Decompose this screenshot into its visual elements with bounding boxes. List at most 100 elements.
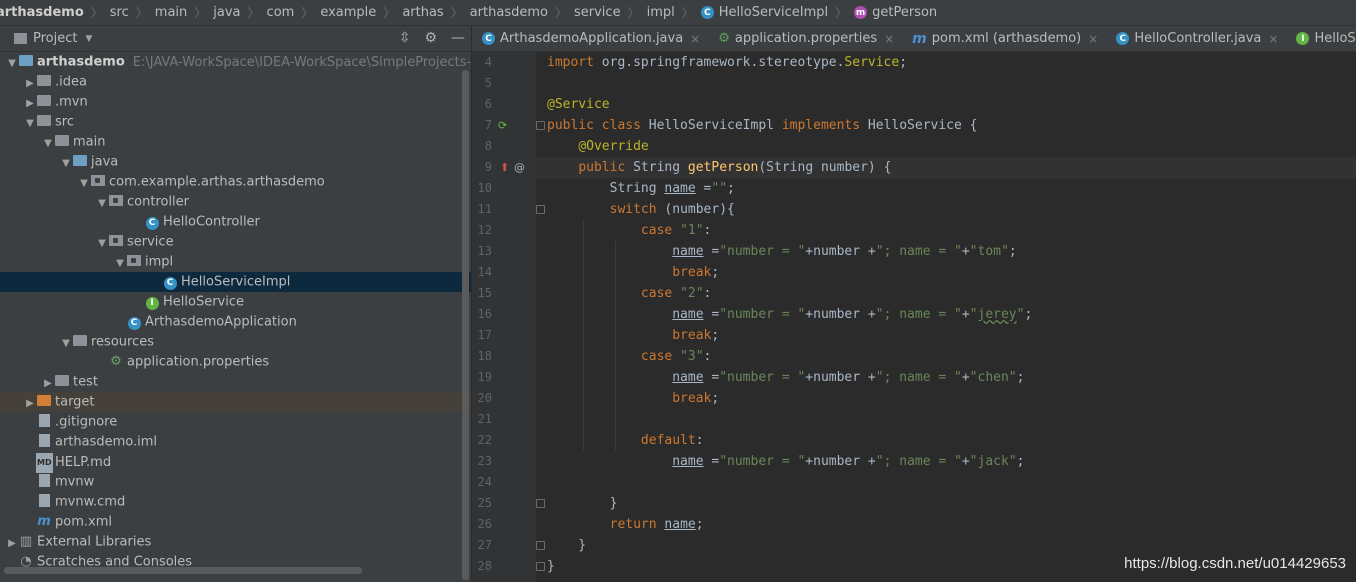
gear-icon[interactable]: ⚙: [424, 30, 437, 46]
tree-item[interactable]: C HelloServiceImpl: [0, 272, 471, 292]
editor-tab[interactable]: C ArthasdemoApplication.java ×: [472, 26, 708, 51]
breadcrumb-item[interactable]: java: [213, 5, 240, 20]
breadcrumb-item[interactable]: src: [110, 5, 129, 20]
breadcrumb-item[interactable]: com: [267, 5, 295, 20]
code-line[interactable]: case "2":: [547, 283, 711, 304]
fold-marker-icon[interactable]: [536, 121, 545, 130]
expand-arrow-icon[interactable]: ▼: [60, 154, 72, 174]
tree-item[interactable]: ▶ .mvn: [0, 92, 471, 112]
tree-item[interactable]: ▼ resources: [0, 332, 471, 352]
collapse-arrow-icon[interactable]: ▶: [24, 74, 36, 94]
code-line[interactable]: default:: [547, 430, 704, 451]
tree-item[interactable]: .gitignore: [0, 412, 471, 432]
vertical-scrollbar[interactable]: [462, 70, 469, 580]
tree-item[interactable]: ▼ service: [0, 232, 471, 252]
expand-arrow-icon[interactable]: ▼: [96, 194, 108, 214]
tree-item[interactable]: ▶ target: [0, 392, 471, 412]
close-icon[interactable]: ×: [690, 32, 700, 46]
tree-item[interactable]: ▼ java: [0, 152, 471, 172]
breadcrumb-label: arthasdemo: [0, 5, 84, 20]
code-line[interactable]: name ="number = "+number +"; name = "+"j…: [547, 451, 1024, 472]
code-line[interactable]: break;: [547, 388, 719, 409]
expand-arrow-icon[interactable]: ▼: [96, 234, 108, 254]
collapse-arrow-icon[interactable]: ▶: [6, 534, 18, 554]
breadcrumb-item[interactable]: impl: [647, 5, 675, 20]
code-line[interactable]: name ="number = "+number +"; name = "+"t…: [547, 241, 1016, 262]
tree-item[interactable]: ▼ src: [0, 112, 471, 132]
code-line[interactable]: break;: [547, 262, 719, 283]
expand-arrow-icon[interactable]: ▼: [24, 114, 36, 134]
close-icon[interactable]: ×: [1268, 32, 1278, 46]
tree-item[interactable]: C ArthasdemoApplication: [0, 312, 471, 332]
code-line[interactable]: }: [547, 493, 618, 514]
tree-item[interactable]: ▼ arthasdemo E:\JAVA-WorkSpace\IDEA-WorkSp…: [0, 52, 471, 72]
tree-item[interactable]: I HelloService: [0, 292, 471, 312]
code-line[interactable]: break;: [547, 325, 719, 346]
code-line[interactable]: case "3":: [547, 346, 711, 367]
close-icon[interactable]: ×: [1088, 32, 1098, 46]
tree-item[interactable]: ▶ .idea: [0, 72, 471, 92]
tree-item[interactable]: MD HELP.md: [0, 452, 471, 473]
code-line[interactable]: switch (number){: [547, 199, 735, 220]
code-line[interactable]: public class HelloServiceImpl implements…: [547, 115, 978, 136]
override-annotation-icon[interactable]: @: [514, 157, 525, 178]
tree-item[interactable]: ▶ test: [0, 372, 471, 392]
expand-arrow-icon[interactable]: ▼: [78, 174, 90, 194]
fold-marker-icon[interactable]: [536, 205, 545, 214]
tree-item[interactable]: mvnw.cmd: [0, 492, 471, 512]
spring-bean-icon[interactable]: ⟳: [498, 115, 507, 136]
code-line[interactable]: name ="number = "+number +"; name = "+"c…: [547, 367, 1024, 388]
code-line[interactable]: import org.springframework.stereotype.Se…: [547, 52, 907, 73]
code-editor[interactable]: 4 5 6 7 8 9 10 11 12 13 14 15 16 17 18 19 20 21 22 23 24 25 26…: [472, 52, 1356, 582]
tree-item[interactable]: C HelloController: [0, 212, 471, 232]
fold-marker-icon[interactable]: [536, 499, 545, 508]
collapse-all-icon[interactable]: ⇳: [399, 30, 411, 46]
tree-item[interactable]: arthasdemo.iml: [0, 432, 471, 452]
tree-item[interactable]: ⚙ application.properties: [0, 352, 471, 372]
fold-marker-icon[interactable]: [536, 541, 545, 550]
collapse-arrow-icon[interactable]: ▶: [24, 394, 36, 414]
code-line[interactable]: case "1":: [547, 220, 711, 241]
code-line[interactable]: name ="number = "+number +"; name = "+"j…: [547, 304, 1032, 325]
breadcrumb-item[interactable]: arthas: [402, 5, 443, 20]
fold-marker-icon[interactable]: [536, 562, 545, 571]
expand-arrow-icon[interactable]: ▼: [42, 134, 54, 154]
breadcrumb-item[interactable]: example: [320, 5, 376, 20]
breadcrumb-item[interactable]: m getPerson: [854, 5, 937, 20]
code-line[interactable]: }: [547, 556, 555, 577]
code-line[interactable]: return name;: [547, 514, 704, 535]
tree-item[interactable]: mvnw: [0, 472, 471, 492]
code-line[interactable]: }: [547, 535, 586, 556]
expand-arrow-icon[interactable]: ▼: [6, 54, 18, 74]
expand-arrow-icon[interactable]: ▼: [60, 334, 72, 354]
close-icon[interactable]: ×: [884, 32, 894, 46]
implements-method-icon[interactable]: ⬆: [500, 157, 509, 178]
horizontal-scrollbar[interactable]: [4, 567, 362, 574]
tree-item[interactable]: ▶ ▥ External Libraries: [0, 532, 471, 552]
editor-tab[interactable]: C HelloController.java ×: [1106, 26, 1286, 51]
tree-item[interactable]: ▼ main: [0, 132, 471, 152]
breadcrumb-item[interactable]: main: [155, 5, 187, 20]
tree-item[interactable]: ▼ impl: [0, 252, 471, 272]
hide-panel-icon[interactable]: —: [451, 30, 465, 46]
code-line[interactable]: @Service: [547, 94, 610, 115]
editor-tab[interactable]: ⚙ application.properties ×: [708, 26, 902, 51]
breadcrumb-item[interactable]: C HelloServiceImpl: [700, 5, 828, 20]
breadcrumb-item[interactable]: arthasdemo: [470, 5, 548, 20]
tree-item[interactable]: m pom.xml: [0, 512, 471, 532]
breadcrumb-label: src: [109, 5, 129, 20]
project-panel: Project ▼ ⇳ ⚙ — ▼ arthasdemo E:\JAVA-WorkS…: [0, 26, 472, 582]
tree-item[interactable]: ▼ com.example.arthas.arthasdemo: [0, 172, 471, 192]
collapse-arrow-icon[interactable]: ▶: [24, 94, 36, 114]
code-line[interactable]: String name ="";: [547, 178, 735, 199]
tree-item[interactable]: ▼ controller: [0, 192, 471, 212]
editor-tab[interactable]: m pom.xml (arthasdemo) ×: [902, 26, 1106, 51]
breadcrumb-item[interactable]: arthasdemo: [0, 5, 84, 20]
code-line[interactable]: @Override: [547, 136, 648, 157]
expand-arrow-icon[interactable]: ▼: [114, 254, 126, 274]
breadcrumb-item[interactable]: service: [574, 5, 621, 20]
collapse-arrow-icon[interactable]: ▶: [42, 374, 54, 394]
project-view-selector[interactable]: Project ▼: [14, 31, 92, 46]
editor-tab[interactable]: IHelloService.java×: [1286, 26, 1356, 51]
current-code-line[interactable]: public String getPerson(String number) {: [536, 157, 1356, 178]
